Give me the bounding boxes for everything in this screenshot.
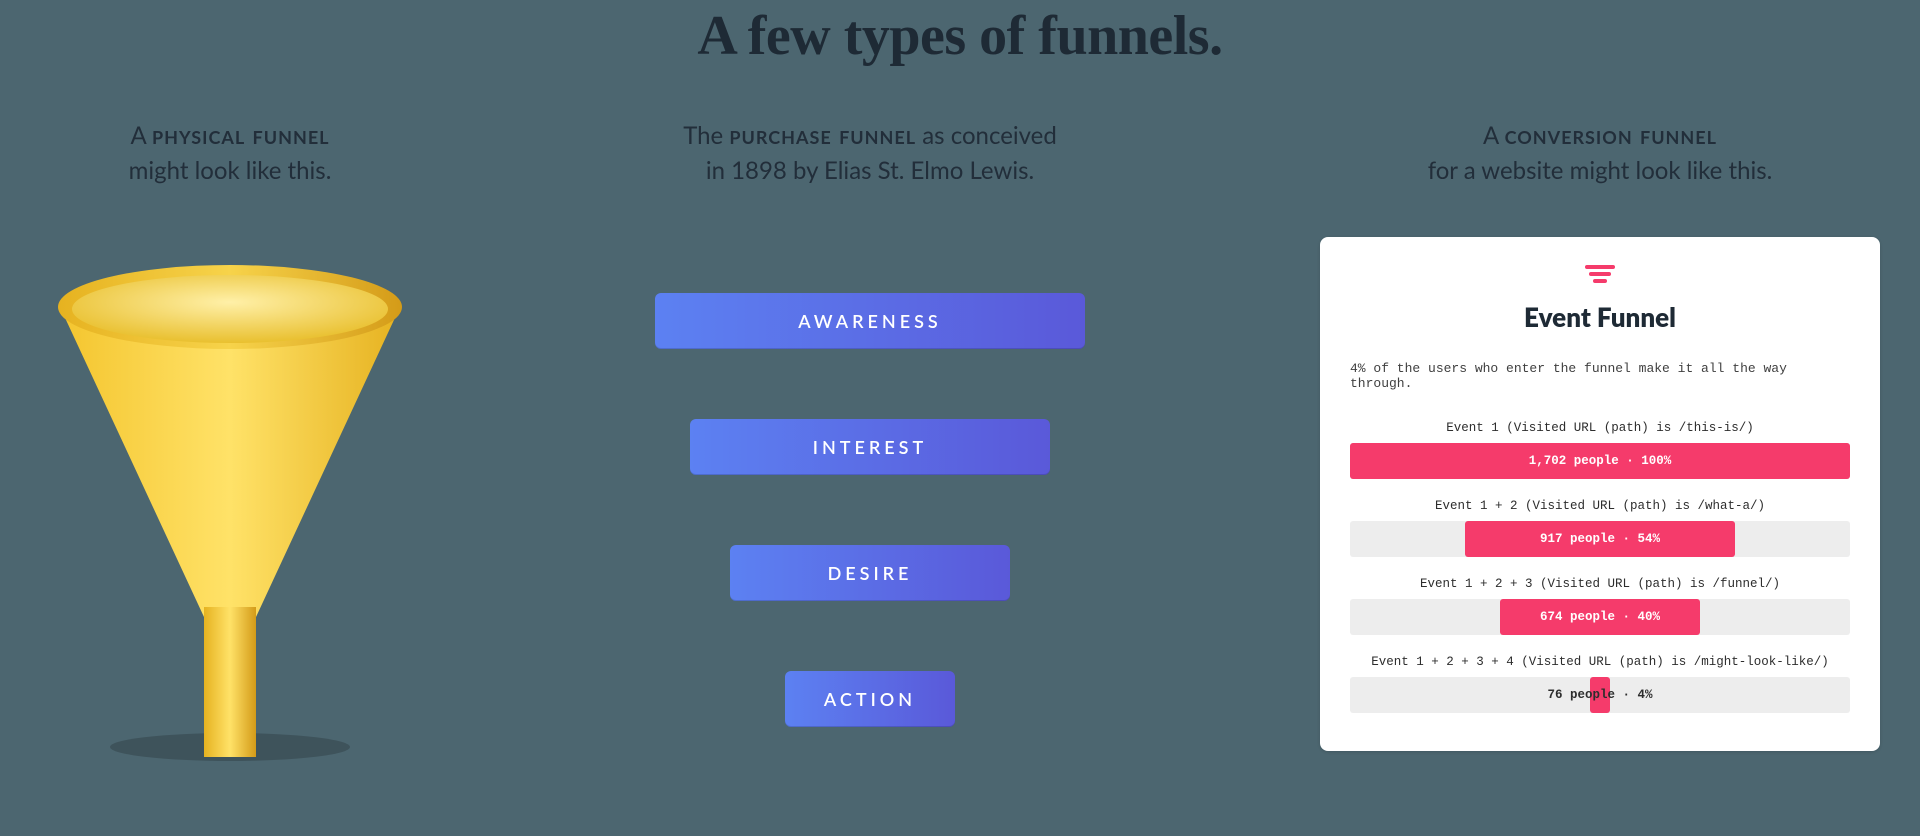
aida-stage-desire: DESIRE <box>730 545 1010 601</box>
aida-stages: AWARENESS INTEREST DESIRE ACTION <box>655 237 1085 727</box>
physical-funnel-caption: A physical funnel might look like this. <box>129 116 332 189</box>
event-bar-track: 674 people · 40% <box>1350 599 1850 635</box>
event-bar-track: 76 people · 4% <box>1350 677 1850 713</box>
conversion-funnel-column: A conversion funnel for a website might … <box>1280 116 1920 836</box>
event-bar-fill: 917 people · 54% <box>1465 521 1735 557</box>
purchase-funnel-caption: The purchase funnel as conceived in 1898… <box>683 116 1057 189</box>
caption-text: The <box>683 121 729 150</box>
caption-text: might look like this. <box>129 156 332 185</box>
page-title: A few types of funnels. <box>697 4 1222 68</box>
caption-term: purchase funnel <box>729 118 916 150</box>
caption-term: physical funnel <box>152 118 330 150</box>
page: A few types of funnels. A physical funne… <box>0 0 1920 836</box>
event-list: Event 1 (Visited URL (path) is /this-is/… <box>1350 421 1850 733</box>
physical-funnel-column: A physical funnel might look like this. <box>0 116 460 836</box>
event-label: Event 1 + 2 + 3 (Visited URL (path) is /… <box>1420 577 1780 591</box>
aida-stage-action: ACTION <box>785 671 955 727</box>
caption-text: as conceived <box>916 121 1057 150</box>
event-bar-fill <box>1590 677 1610 713</box>
event-row: Event 1 + 2 + 3 + 4 (Visited URL (path) … <box>1350 655 1850 713</box>
funnel-icon <box>40 247 420 767</box>
caption-text: for a website might look like this. <box>1428 156 1773 185</box>
aida-stage-interest: INTEREST <box>690 419 1050 475</box>
caption-term: conversion funnel <box>1505 118 1717 150</box>
event-label: Event 1 + 2 + 3 + 4 (Visited URL (path) … <box>1371 655 1829 669</box>
event-bar-track: 917 people · 54% <box>1350 521 1850 557</box>
event-label: Event 1 + 2 (Visited URL (path) is /what… <box>1435 499 1765 513</box>
purchase-funnel-column: The purchase funnel as conceived in 1898… <box>460 116 1280 836</box>
event-label: Event 1 (Visited URL (path) is /this-is/… <box>1446 421 1754 435</box>
event-row: Event 1 + 2 (Visited URL (path) is /what… <box>1350 499 1850 557</box>
caption-text: in 1898 by Elias St. Elmo Lewis. <box>706 156 1034 185</box>
event-bar-fill: 1,702 people · 100% <box>1350 443 1850 479</box>
conversion-funnel-caption: A conversion funnel for a website might … <box>1428 116 1773 189</box>
event-bar-fill: 674 people · 40% <box>1500 599 1700 635</box>
aida-stage-awareness: AWARENESS <box>655 293 1085 349</box>
physical-funnel-illustration <box>40 237 420 767</box>
event-row: Event 1 + 2 + 3 (Visited URL (path) is /… <box>1350 577 1850 635</box>
columns: A physical funnel might look like this. <box>0 68 1920 836</box>
event-funnel-card: Event Funnel 4% of the users who enter t… <box>1320 237 1880 751</box>
event-bar-track: 1,702 people · 100% <box>1350 443 1850 479</box>
caption-text: A <box>1483 121 1505 150</box>
caption-text: A <box>130 121 152 150</box>
card-subtitle: 4% of the users who enter the funnel mak… <box>1350 361 1850 391</box>
card-title: Event Funnel <box>1524 301 1676 333</box>
event-row: Event 1 (Visited URL (path) is /this-is/… <box>1350 421 1850 479</box>
funnel-icon <box>1585 265 1615 283</box>
